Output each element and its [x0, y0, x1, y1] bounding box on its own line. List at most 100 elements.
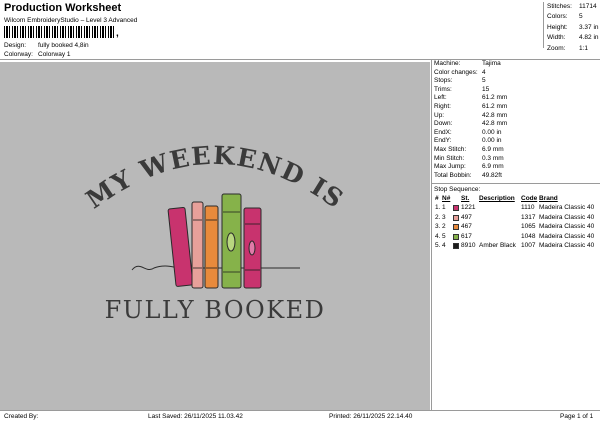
info-divider	[432, 183, 600, 184]
info-row: EndX: 0.00 in	[434, 129, 600, 138]
row-brand: Madeira Classic 40	[539, 232, 595, 240]
row-num: 2.	[435, 213, 441, 221]
info-label: EndX:	[434, 128, 452, 136]
col-description: Description	[479, 195, 515, 202]
info-label: Trims:	[434, 85, 452, 93]
info-row: Right: 61.2 mm	[434, 103, 600, 112]
info-row: Down: 42.8 mm	[434, 120, 600, 129]
info-label: Down:	[434, 120, 453, 128]
colorway-row: Colorway: Colorway 1	[4, 51, 71, 58]
info-label: Max Jump:	[434, 163, 466, 171]
info-value: 61.2 mm	[482, 102, 508, 110]
row-needle: 2	[442, 223, 446, 231]
info-row: EndY: 0.00 in	[434, 137, 600, 146]
info-row: Max Stitch: 6.9 mm	[434, 146, 600, 155]
colorway-value: Colorway 1	[38, 51, 71, 58]
stats-row: Height: 3.37 in	[544, 23, 600, 33]
info-row: Stops: 5	[434, 77, 600, 86]
books-illustration	[167, 193, 262, 289]
book-label	[226, 232, 236, 252]
stats-value: 3.37 in	[579, 23, 599, 31]
row-needle: 4	[442, 242, 446, 250]
info-value: 42.8 mm	[482, 111, 508, 119]
row-num: 4.	[435, 232, 441, 240]
book-pink	[167, 206, 194, 287]
row-num: 5.	[435, 242, 441, 250]
stats-label: Zoom:	[547, 44, 566, 52]
printed-date: Printed: 26/11/2025 22.14.40	[329, 413, 413, 420]
row-brand: Madeira Classic 40	[539, 204, 595, 211]
book-label	[248, 240, 256, 256]
info-value: 15	[482, 85, 490, 93]
barcode-mark: ,	[116, 28, 119, 39]
info-row: Trims: 15	[434, 86, 600, 95]
stop-sequence-table: 1. 1 1221 1110 Madeira Classic 40 2. 3 497 1317 M…	[434, 203, 600, 251]
info-label: Min Stitch:	[434, 154, 465, 162]
stats-value: 11714	[579, 3, 597, 10]
row-needle: 5	[442, 232, 446, 240]
row-stitches: 8910	[461, 242, 476, 250]
footer: Created By: Last Saved: 26/11/2025 11.03…	[0, 411, 600, 424]
production-worksheet: Production Worksheet Wilcom EmbroiderySt…	[0, 0, 600, 424]
row-brand: Madeira Classic 40	[539, 223, 595, 231]
table-row: 1. 1 1221 1110 Madeira Classic 40	[434, 203, 600, 213]
info-value: Tajima	[482, 60, 501, 67]
design-preview: MY WEEKEND IS FULLY BOOKED	[0, 62, 430, 410]
row-stitches: 467	[461, 223, 472, 231]
row-num: 3.	[435, 223, 441, 231]
row-brand: Madeira Classic 40	[539, 242, 595, 250]
row-needle: 3	[442, 213, 446, 221]
info-row: Machine: Tajima	[434, 60, 600, 69]
info-row: Max Jump: 6.9 mm	[434, 163, 600, 172]
table-row: 3. 2 467 1065 Madeira Classic 40	[434, 222, 600, 232]
row-stitches: 617	[461, 232, 472, 240]
embroidery-artwork: MY WEEKEND IS FULLY BOOKED	[81, 141, 348, 324]
info-value: 6.9 mm	[482, 145, 504, 153]
row-stitches: 1221	[461, 204, 476, 211]
thread-color-swatch	[453, 243, 459, 250]
info-label: Up:	[434, 111, 445, 119]
info-value: 5	[482, 77, 486, 85]
row-code: 1317	[521, 213, 536, 221]
colorway-label: Colorway:	[4, 51, 33, 58]
worksheet-title: Production Worksheet	[4, 2, 122, 14]
stats-label: Stitches:	[547, 3, 572, 10]
info-label: Right:	[434, 102, 451, 110]
barcode	[4, 26, 114, 38]
panel-divider	[431, 59, 432, 411]
machine-info: Machine: Tajima Color changes: 4 Stops: 5 T…	[434, 60, 600, 180]
info-value: 61.2 mm	[482, 94, 508, 102]
info-value: 0.00 in	[482, 137, 502, 145]
info-value: 4	[482, 68, 486, 76]
row-stitches: 497	[461, 213, 472, 221]
table-row: 5. 4 8910 Amber Black 1007 Madeira Classic 40	[434, 241, 600, 251]
stats-row: Width: 4.82 in	[544, 33, 600, 43]
page-number: Page 1 of 1	[560, 413, 594, 420]
stats-value: 5	[579, 13, 583, 21]
headline-line1: MY WEEKEND IS	[81, 141, 348, 215]
stats-label: Width:	[547, 34, 566, 42]
stats-row: Colors: 5	[544, 12, 600, 22]
created-by: Created By:	[4, 413, 39, 420]
book-orange	[204, 205, 219, 289]
info-row: Color changes: 4	[434, 69, 600, 78]
info-value: 49.82ft	[482, 171, 502, 179]
col-stitches: St.	[461, 195, 470, 202]
info-label: Stops:	[434, 77, 453, 85]
info-label: Left:	[434, 94, 447, 102]
info-row: Min Stitch: 0.3 mm	[434, 155, 600, 164]
info-label: Color changes:	[434, 68, 478, 76]
col-code: Code	[521, 195, 538, 202]
table-row: 4. 5 617 1048 Madeira Classic 40	[434, 232, 600, 242]
thread-color-swatch	[453, 205, 459, 211]
info-label: EndY:	[434, 137, 452, 145]
design-label: Design:	[4, 42, 27, 49]
info-label: Max Stitch:	[434, 145, 467, 153]
stats-row: Zoom: 1:1	[544, 44, 600, 54]
design-stats: Stitches: 11714 Colors: 5 Height: 3.37 in W…	[543, 2, 600, 52]
thread-color-swatch	[453, 214, 459, 221]
row-code: 1065	[521, 223, 536, 231]
info-row: Total Bobbin: 49.82ft	[434, 172, 600, 181]
design-value: fully booked 4,8in	[38, 42, 89, 49]
info-label: Machine:	[434, 60, 461, 67]
